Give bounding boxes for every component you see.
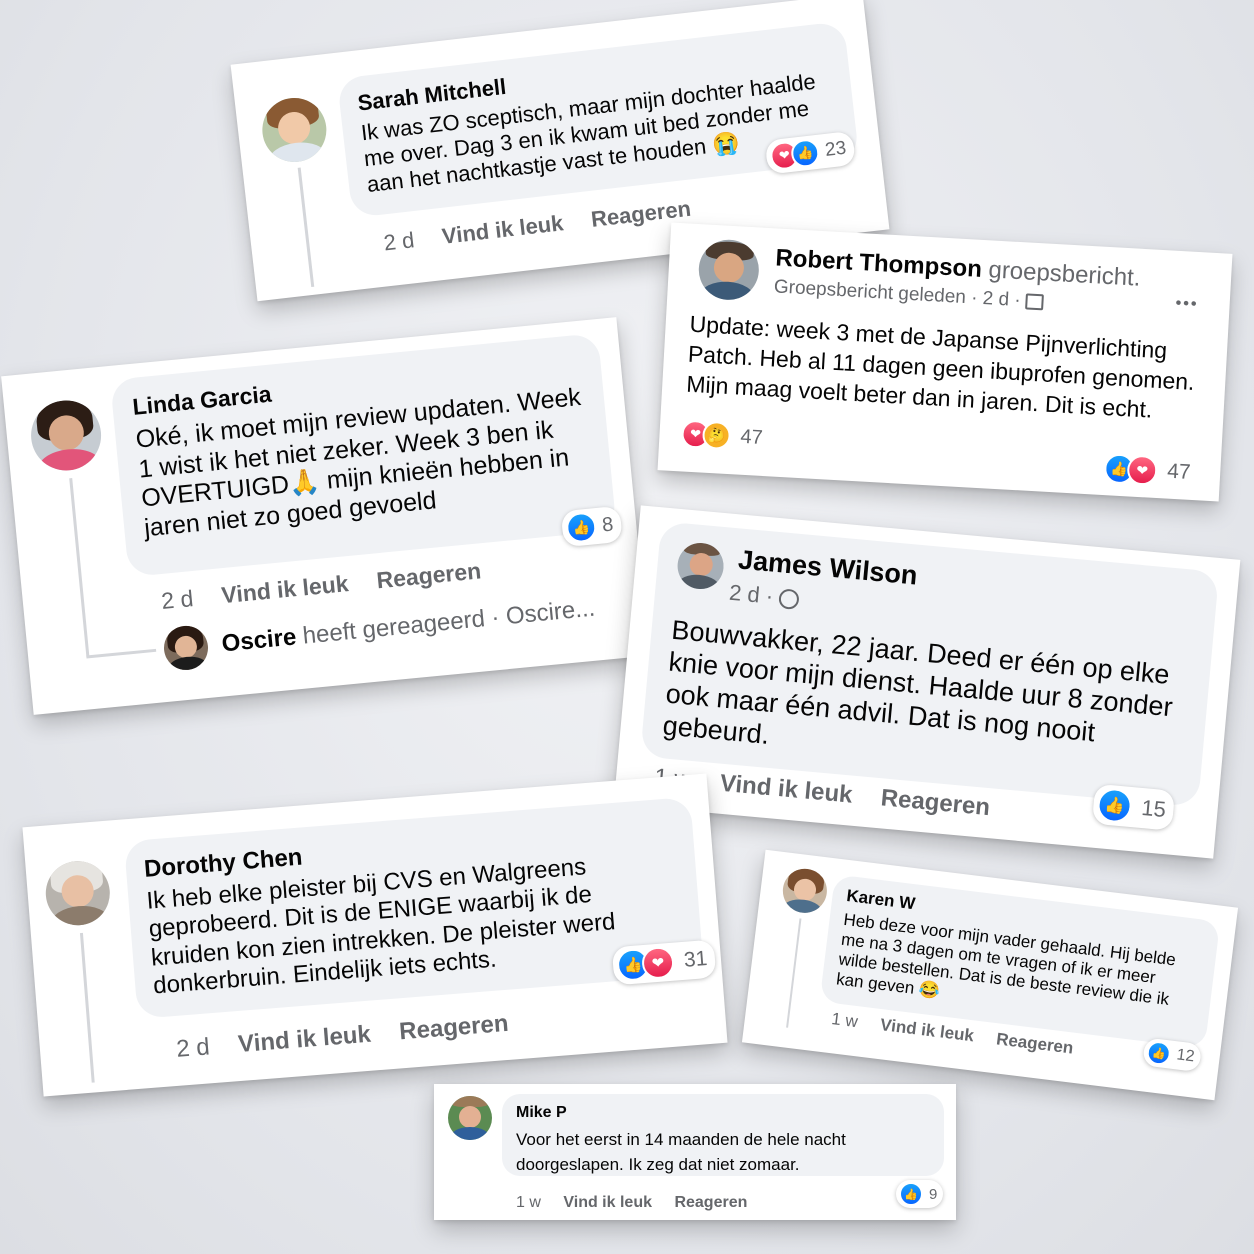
reaction-summary[interactable]: 👍 15 [1091,783,1176,831]
comment-card-mike: Mike P Voor het eerst in 14 maanden de h… [434,1084,956,1220]
comment-text: Voor het eerst in 14 maanden de hele nac… [516,1130,846,1174]
reaction-summary[interactable]: 👍 9 [896,1180,944,1208]
thread-line [69,478,90,658]
reply-preview: heeft gereageerd · Oscire... [301,594,597,650]
commenter-name[interactable]: Mike P [516,1104,567,1122]
comment-actions: 2 d Vind ik leuk Reageren [175,1008,531,1064]
like-icon: 👍 [564,511,598,544]
timestamp[interactable]: 2 d [160,585,194,614]
photo-icon [1025,293,1045,311]
thread-line [297,167,315,288]
top-reactions[interactable]: ❤ 🤔 47 [680,419,764,451]
comment-text: Heb deze voor mijn vader gehaald. Hij be… [835,909,1177,1010]
avatar[interactable] [697,238,761,302]
reply-button[interactable]: Reageren [995,1029,1074,1057]
reaction-count: 9 [929,1185,938,1203]
timestamp[interactable]: 1 w [516,1194,541,1211]
comment-card-karen: Karen W Heb deze voor mijn vader gehaald… [741,849,1239,1101]
like-icon: 👍 [1145,1039,1173,1067]
bottom-reactions[interactable]: 👍 ❤ 47 [1103,453,1191,488]
avatar[interactable] [675,541,726,591]
post-type-label: groepsbericht. [987,256,1142,292]
comment-card-linda: Linda Garcia Oké, ik moet mijn review up… [1,317,649,715]
reaction-count: 31 [683,947,709,972]
reaction-count: 15 [1140,795,1168,823]
comment-bubble: Dorothy Chen Ik heb elke pleister bij CV… [123,796,705,1019]
globe-icon [778,588,800,611]
heart-icon: ❤ [1126,454,1159,486]
reaction-count: 47 [739,425,764,449]
reaction-count: 8 [601,512,615,536]
like-button[interactable]: Vind ik leuk [441,210,565,249]
reaction-summary[interactable]: 👍 8 [560,505,623,548]
avatar[interactable] [27,397,105,474]
reply-button[interactable]: Reageren [880,784,991,821]
post-text: Update: week 3 met de Japanse Pijnverlic… [685,310,1196,423]
comment-card-dorothy: Dorothy Chen Ik heb elke pleister bij CV… [22,773,728,1097]
like-icon: 👍 [1096,787,1134,824]
thread-branch [86,648,157,659]
like-button[interactable]: Vind ik leuk [879,1015,975,1045]
reply-button[interactable]: Reageren [375,557,482,593]
reaction-count: 47 [1166,459,1192,484]
timestamp[interactable]: 2 d [382,227,415,255]
reply-button[interactable]: Reageren [398,1010,509,1045]
reaction-count: 23 [823,137,848,161]
comment-bubble: Mike P Voor het eerst in 14 maanden de h… [502,1094,944,1176]
thinking-emoji-icon: 🤔 [701,420,732,451]
comment-bubble: Linda Garcia Oké, ik moet mijn review up… [109,333,617,578]
like-button[interactable]: Vind ik leuk [220,570,349,608]
reaction-summary[interactable]: 👍 ❤ 31 [611,939,717,986]
avatar[interactable] [780,866,830,916]
post-card-robert: Robert Thompson groepsbericht. Groepsber… [657,222,1233,502]
like-button[interactable]: Vind ik leuk [719,770,854,809]
comment-bubble: Sarah Mitchell Ik was ZO sceptisch, maar… [336,21,860,218]
timestamp[interactable]: 2 d [175,1033,210,1063]
heart-icon: ❤ [640,945,676,981]
like-button[interactable]: Vind ik leuk [563,1194,652,1211]
like-icon: 👍 [899,1182,923,1206]
thread-line [79,932,95,1083]
thread-line [786,918,802,1028]
reply-button[interactable]: Reageren [674,1194,747,1211]
timestamp[interactable]: 1 w [830,1009,859,1031]
commenter-name[interactable]: Karen W [845,886,916,914]
comment-text: Bouwvakker, 22 jaar. Deed er één op elke… [661,614,1174,750]
reaction-count: 12 [1175,1046,1196,1066]
reply-author: Oscire [220,623,298,658]
avatar[interactable] [448,1096,492,1140]
comment-actions: 1 w Vind ik leuk Reageren [516,1194,769,1212]
comment-subtitle: 2 d · [728,580,800,612]
reply-avatar[interactable] [161,623,211,672]
more-options-button[interactable]: ••• [1175,295,1199,314]
reply-summary[interactable]: Oscire heeft gereageerd · Oscire... [220,595,596,659]
avatar[interactable] [43,858,113,928]
like-button[interactable]: Vind ik leuk [237,1021,372,1058]
avatar[interactable] [258,94,330,166]
comment-bubble: James Wilson 2 d · Bouwvakker, 22 jaar. … [640,521,1220,808]
